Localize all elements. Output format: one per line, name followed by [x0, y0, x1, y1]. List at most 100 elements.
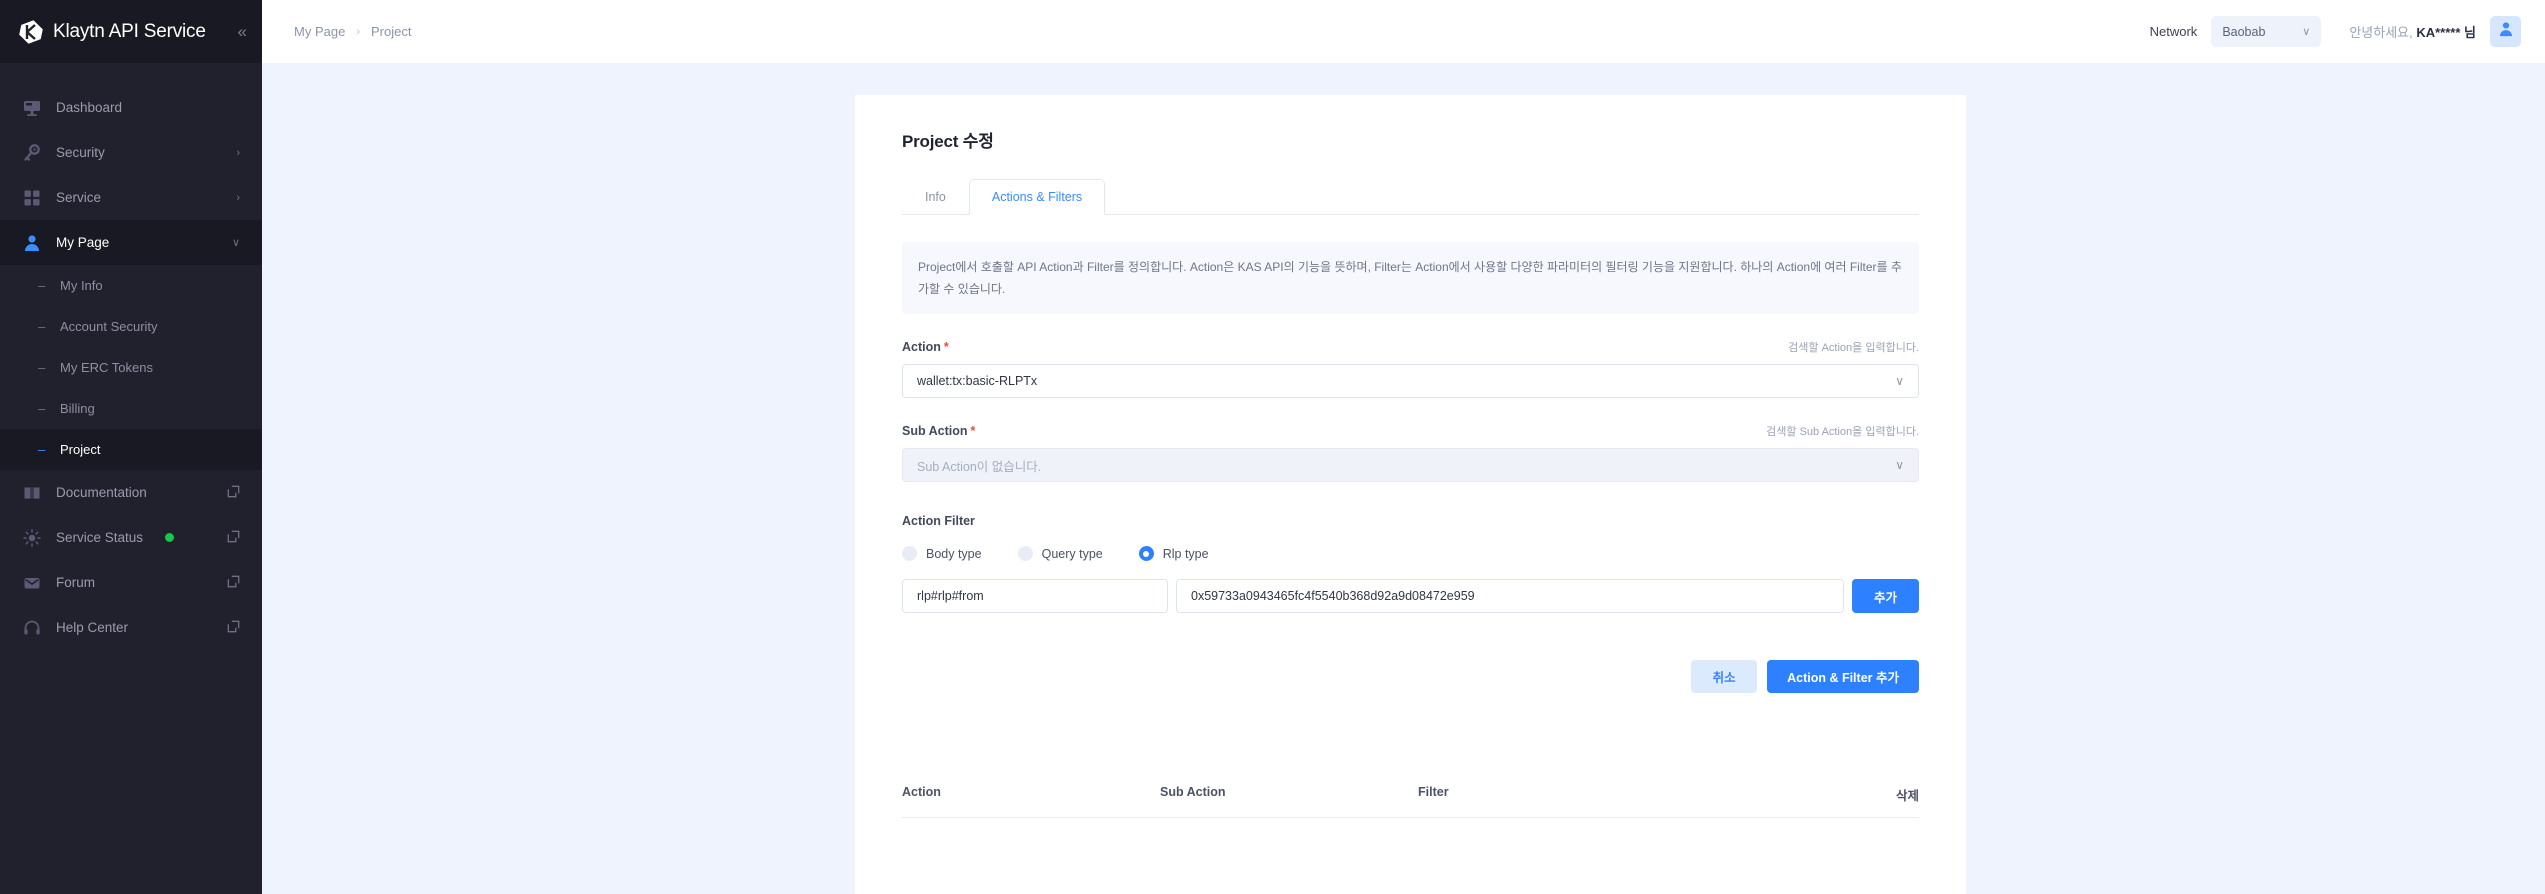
user-avatar-icon: [2498, 21, 2514, 42]
info-notice: Project에서 호출할 API Action과 Filter를 정의합니다.…: [902, 242, 1919, 315]
grid-icon: [22, 188, 42, 208]
page-title: Project 수정: [902, 132, 994, 151]
dash-marker: –: [38, 401, 46, 416]
action-field-row: Action * 검색할 Action을 입력합니다. wallet:tx:bas…: [902, 339, 1919, 399]
sidebar-item-billing[interactable]: – Billing: [0, 388, 262, 429]
radio-label: Query type: [1041, 546, 1103, 561]
external-link-icon: [227, 530, 240, 546]
project-edit-card: Project 수정 Info Actions & Filters Projec…: [855, 95, 1966, 894]
key-icon: [22, 143, 42, 163]
sub-action-field-label: Sub Action *: [902, 424, 975, 438]
brand-title: Klaytn API Service: [53, 20, 206, 42]
filter-value-input[interactable]: [1176, 579, 1844, 614]
sidebar-item-label: Service Status: [56, 530, 144, 545]
tab-actions-filters[interactable]: Actions & Filters: [968, 179, 1106, 215]
radio-dot-icon: [1138, 546, 1154, 562]
sidebar-item-my-erc-tokens[interactable]: – My ERC Tokens: [0, 347, 262, 388]
radio-query-type[interactable]: Query type: [1017, 546, 1103, 562]
sub-action-select-placeholder: Sub Action이 없습니다.: [917, 459, 1042, 474]
topbar: My Page › Project Network Baobab ∨ 안녕하세요…: [262, 0, 2545, 63]
radio-label: Body type: [926, 546, 982, 561]
sidebar-subitem-label: Project: [60, 442, 101, 457]
sidebar-item-label: Help Center: [56, 620, 129, 635]
dashboard-icon: [22, 98, 42, 118]
table-col-sub-action: Sub Action: [1160, 785, 1226, 800]
tab-info[interactable]: Info: [902, 179, 969, 215]
book-icon: [22, 483, 42, 503]
app-root: Klaytn API Service « Dashboard Security …: [0, 0, 2545, 894]
radio-body-type[interactable]: Body type: [902, 546, 982, 562]
sidebar-item-account-security[interactable]: – Account Security: [0, 306, 262, 347]
sidebar-item-service-status[interactable]: Service Status: [0, 515, 262, 560]
actions-filters-table: Action Sub Action Filter 삭제: [902, 785, 1919, 819]
sub-action-label-text: Sub Action: [902, 424, 968, 439]
sidebar-collapse-icon[interactable]: «: [234, 19, 248, 44]
form-actions: 취소 Action & Filter 추가: [902, 660, 1919, 694]
action-label-text: Action: [902, 340, 941, 355]
action-select-value: wallet:tx:basic-RLPTx: [917, 374, 1038, 389]
add-filter-button[interactable]: 추가: [1852, 579, 1919, 614]
filter-input-row: 추가: [902, 579, 1919, 614]
main-area: My Page › Project Network Baobab ∨ 안녕하세요…: [262, 0, 2545, 894]
klaytn-logo-icon: [18, 19, 44, 45]
sidebar-subitem-label: Account Security: [60, 319, 158, 334]
action-field-header: Action * 검색할 Action을 입력합니다.: [902, 339, 1919, 355]
sub-action-select[interactable]: Sub Action이 없습니다. ∨: [902, 448, 1919, 483]
avatar[interactable]: [2490, 16, 2521, 47]
chevron-right-icon: ›: [236, 146, 240, 159]
breadcrumb-project[interactable]: Project: [371, 24, 411, 39]
sidebar-item-service[interactable]: Service ›: [0, 175, 262, 220]
chevron-down-icon: ∨: [1895, 374, 1904, 389]
user-icon: [22, 233, 42, 253]
chevron-down-icon: ∨: [231, 237, 240, 249]
tab-list: Info Actions & Filters: [902, 178, 1919, 215]
sidebar-item-project[interactable]: – Project: [0, 429, 262, 470]
radio-dot-icon: [902, 546, 917, 562]
add-action-filter-button[interactable]: Action & Filter 추가: [1767, 660, 1919, 694]
network-select-value: Baobab: [2222, 24, 2266, 39]
action-filter-radio-group: Body type Query type Rlp type: [902, 546, 1919, 562]
sidebar-item-security[interactable]: Security ›: [0, 130, 262, 175]
sub-action-field-row: Sub Action * 검색할 Sub Action을 입력합니다. Sub A…: [902, 423, 1919, 483]
greeting-user: KA***** 님: [2416, 25, 2476, 40]
sidebar-item-my-info[interactable]: – My Info: [0, 265, 262, 306]
chevron-right-icon: ›: [356, 25, 360, 38]
required-marker: *: [970, 424, 976, 439]
radio-rlp-type[interactable]: Rlp type: [1138, 546, 1209, 562]
dash-marker: –: [38, 319, 46, 334]
sidebar-item-label: Service: [56, 190, 102, 205]
filter-key-input[interactable]: [902, 579, 1168, 614]
sidebar-item-label: Forum: [56, 575, 96, 590]
table-header-row: Action Sub Action Filter 삭제: [902, 785, 1919, 819]
dash-marker: –: [38, 442, 46, 457]
external-link-icon: [227, 575, 240, 591]
action-field-label: Action *: [902, 340, 949, 354]
sun-icon: [22, 528, 42, 548]
status-badge-online: [165, 533, 175, 542]
sub-action-field-header: Sub Action * 검색할 Sub Action을 입력합니다.: [902, 423, 1919, 439]
radio-label: Rlp type: [1162, 546, 1209, 561]
chevron-down-icon: ∨: [1895, 458, 1904, 473]
sidebar-item-help-center[interactable]: Help Center: [0, 605, 262, 650]
sidebar-item-forum[interactable]: Forum: [0, 560, 262, 605]
action-filter-label: Action Filter: [902, 514, 975, 529]
topbar-right: Network Baobab ∨ 안녕하세요, KA***** 님: [2150, 16, 2521, 47]
cancel-button[interactable]: 취소: [1691, 660, 1758, 694]
sidebar-item-my-page[interactable]: My Page ∨: [0, 220, 262, 265]
action-field-hint: 검색할 Action을 입력합니다.: [1788, 342, 1919, 355]
sidebar-item-label: Dashboard: [56, 100, 123, 115]
breadcrumb-my-page[interactable]: My Page: [294, 24, 345, 39]
action-select[interactable]: wallet:tx:basic-RLPTx ∨: [902, 364, 1919, 399]
greeting-prefix: 안녕하세요,: [2349, 25, 2417, 40]
sidebar-subitem-label: Billing: [60, 401, 95, 416]
sidebar-nav: Dashboard Security › Service › My Page ∨…: [0, 63, 262, 894]
chevron-down-icon: ∨: [2302, 26, 2311, 38]
network-label: Network: [2149, 24, 2198, 39]
sidebar-item-documentation[interactable]: Documentation: [0, 470, 262, 515]
dash-marker: –: [38, 278, 46, 293]
dash-marker: –: [38, 360, 46, 375]
sub-action-field-hint: 검색할 Sub Action을 입력합니다.: [1766, 426, 1919, 439]
sidebar-item-dashboard[interactable]: Dashboard: [0, 85, 262, 130]
table-col-filter: Filter: [1418, 785, 1449, 800]
network-select[interactable]: Baobab ∨: [2211, 16, 2322, 47]
